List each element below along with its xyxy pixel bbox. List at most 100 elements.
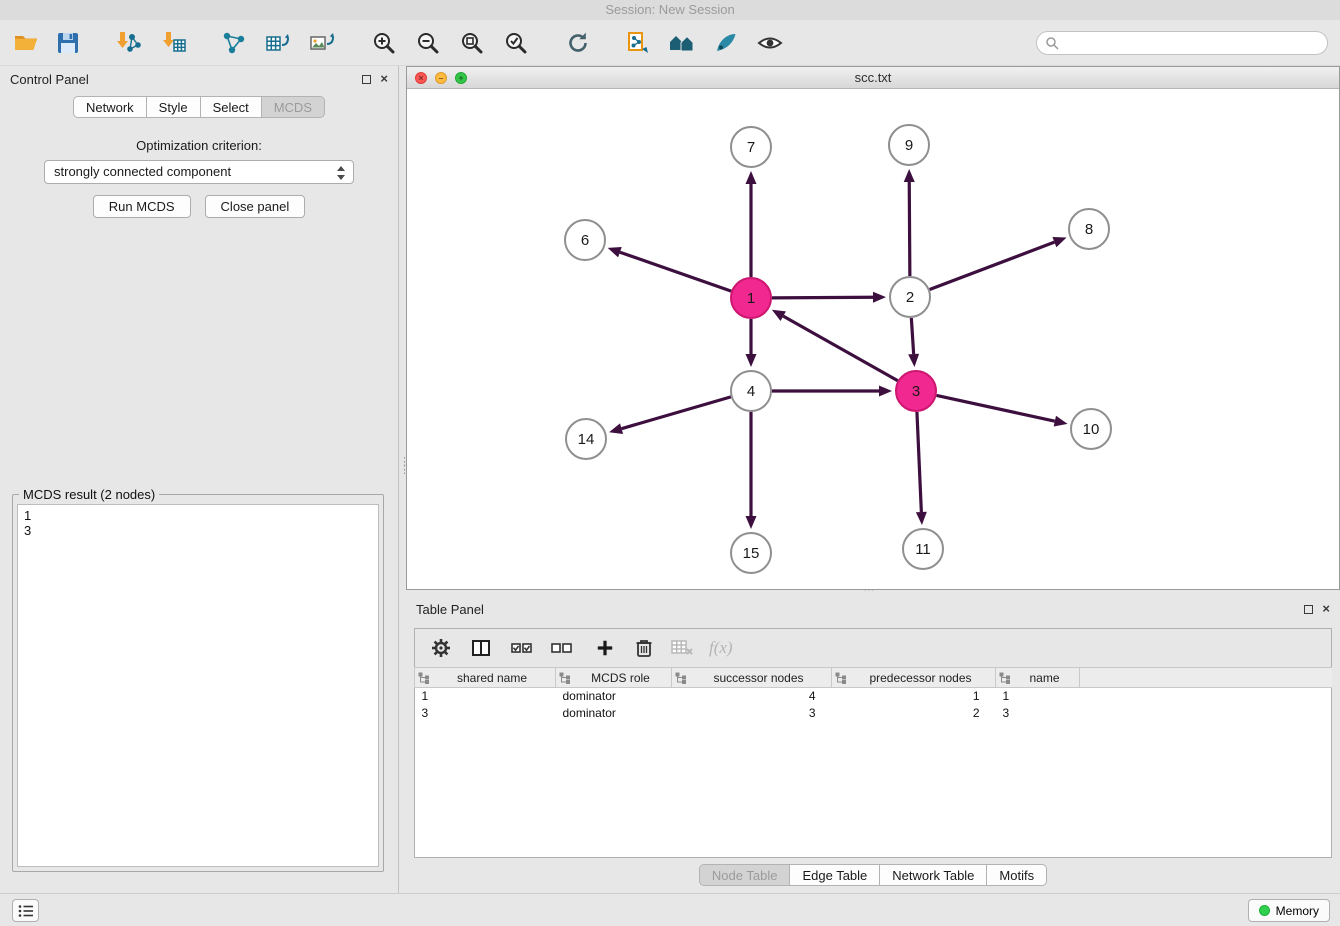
graph-node-label: 7: [747, 139, 755, 156]
delete-column-button[interactable]: [631, 634, 657, 662]
network-canvas[interactable]: 7968124314101511: [407, 89, 1339, 589]
table-row[interactable]: 1dominator411: [415, 688, 1333, 705]
deselect-all-button[interactable]: [547, 634, 577, 662]
zoom-in-button[interactable]: [366, 25, 402, 61]
vertical-splitter-handle[interactable]: ⋮⋮: [399, 458, 406, 484]
copy-network-button[interactable]: [620, 25, 656, 61]
maximize-window-icon[interactable]: [455, 72, 467, 84]
table-options-button[interactable]: [427, 634, 455, 662]
graph-edge-1-6[interactable]: [620, 252, 731, 291]
zoom-out-button[interactable]: [410, 25, 446, 61]
dropdown-arrows-icon: [334, 164, 348, 182]
zoom-selected-button[interactable]: [498, 25, 534, 61]
tab-node-table[interactable]: Node Table: [699, 864, 791, 886]
delete-table-icon: [671, 639, 693, 657]
graph-edge-2-8[interactable]: [930, 242, 1055, 289]
column-header-mcds-role[interactable]: MCDS role: [556, 668, 672, 688]
tab-network[interactable]: Network: [73, 96, 147, 118]
graph-edge-2-3[interactable]: [911, 318, 913, 354]
close-table-panel-icon[interactable]: [1322, 603, 1330, 615]
refresh-icon: [565, 30, 591, 56]
close-panel-button[interactable]: Close panel: [205, 195, 306, 218]
memory-status-icon: [1259, 905, 1270, 916]
table-cell: 3: [415, 705, 556, 722]
graph-node-label: 8: [1085, 221, 1093, 238]
search-box: [1036, 31, 1328, 55]
float-panel-icon[interactable]: [362, 75, 371, 84]
search-icon: [1045, 36, 1059, 50]
eye-icon: [757, 30, 783, 56]
select-all-button[interactable]: [507, 634, 537, 662]
attribute-icon: [559, 672, 571, 684]
control-panel: Control Panel NetworkStyleSelectMCDS Opt…: [0, 66, 399, 893]
run-mcds-button[interactable]: Run MCDS: [93, 195, 191, 218]
search-input[interactable]: [1064, 35, 1319, 50]
image-export-icon: [309, 30, 335, 56]
graph-node-label: 14: [578, 431, 595, 448]
show-columns-button[interactable]: [467, 634, 495, 662]
checked-boxes-icon: [511, 638, 533, 658]
open-session-button[interactable]: [8, 25, 44, 61]
graph-node-label: 1: [747, 290, 755, 307]
unchecked-boxes-icon: [551, 638, 573, 658]
home-button[interactable]: [664, 25, 700, 61]
tab-edge-table[interactable]: Edge Table: [790, 864, 880, 886]
graph-edge-1-2[interactable]: [772, 297, 873, 298]
attribute-icon: [999, 672, 1011, 684]
graph-edge-3-10[interactable]: [937, 395, 1055, 421]
tab-style[interactable]: Style: [147, 96, 201, 118]
graph-node-label: 11: [915, 541, 931, 558]
column-header-name[interactable]: name: [996, 668, 1080, 688]
close-window-icon[interactable]: [415, 72, 427, 84]
graph-edge-2-9[interactable]: [909, 182, 910, 276]
zoom-fit-button[interactable]: [454, 25, 490, 61]
optimization-criterion-dropdown[interactable]: strongly connected component: [44, 160, 354, 184]
graph-edge-arrow: [746, 516, 757, 529]
network-view-window: scc.txt 7968124314101511: [406, 66, 1340, 590]
tab-motifs[interactable]: Motifs: [987, 864, 1047, 886]
graph-edge-arrow: [1054, 416, 1068, 427]
network-graph: 7968124314101511: [407, 89, 1339, 589]
mcds-result-groupbox: MCDS result (2 nodes) 1 3: [12, 494, 384, 872]
float-table-panel-icon[interactable]: [1304, 605, 1313, 614]
zoom-in-icon: [371, 30, 397, 56]
new-network-from-selection-button[interactable]: [216, 25, 252, 61]
show-hide-button[interactable]: [752, 25, 788, 61]
refresh-button[interactable]: [560, 25, 596, 61]
table-panel-title: Table Panel: [416, 602, 484, 617]
copy-network-icon: [625, 30, 651, 56]
tab-mcds[interactable]: MCDS: [262, 96, 325, 118]
column-header-shared-name[interactable]: shared name: [415, 668, 556, 688]
minimize-window-icon[interactable]: [435, 72, 447, 84]
add-column-button[interactable]: [591, 634, 619, 662]
import-table-button[interactable]: [156, 25, 192, 61]
apply-style-button[interactable]: [708, 25, 744, 61]
tab-select[interactable]: Select: [201, 96, 262, 118]
graph-edge-arrow: [746, 354, 757, 367]
export-table-button[interactable]: [260, 25, 296, 61]
graph-edge-arrow: [873, 292, 886, 303]
function-builder-button[interactable]: f(x): [709, 634, 733, 662]
column-header-predecessor-nodes[interactable]: predecessor nodes: [832, 668, 996, 688]
dropdown-selected-value: strongly connected component: [54, 164, 231, 179]
show-task-history-button[interactable]: [12, 899, 39, 922]
table-cell: dominator: [556, 705, 672, 722]
graph-edge-4-14[interactable]: [622, 397, 731, 429]
save-session-button[interactable]: [50, 25, 86, 61]
table-panel: Table Panel: [406, 596, 1340, 892]
close-panel-icon[interactable]: [380, 73, 388, 85]
delete-table-button[interactable]: [667, 634, 697, 662]
table-row[interactable]: 3dominator323: [415, 705, 1333, 722]
column-header-successor-nodes[interactable]: successor nodes: [672, 668, 832, 688]
graph-edge-3-1[interactable]: [783, 316, 897, 381]
mcds-result-values[interactable]: 1 3: [17, 504, 379, 867]
export-image-button[interactable]: [304, 25, 340, 61]
memory-button[interactable]: Memory: [1248, 899, 1330, 922]
import-network-button[interactable]: [110, 25, 146, 61]
graph-edge-3-11[interactable]: [917, 412, 921, 512]
control-panel-header: Control Panel: [0, 66, 398, 92]
graph-node-label: 2: [906, 289, 914, 306]
zoom-fit-icon: [459, 30, 485, 56]
tab-network-table[interactable]: Network Table: [880, 864, 987, 886]
horizontal-splitter-handle[interactable]: ⋯: [856, 588, 882, 595]
